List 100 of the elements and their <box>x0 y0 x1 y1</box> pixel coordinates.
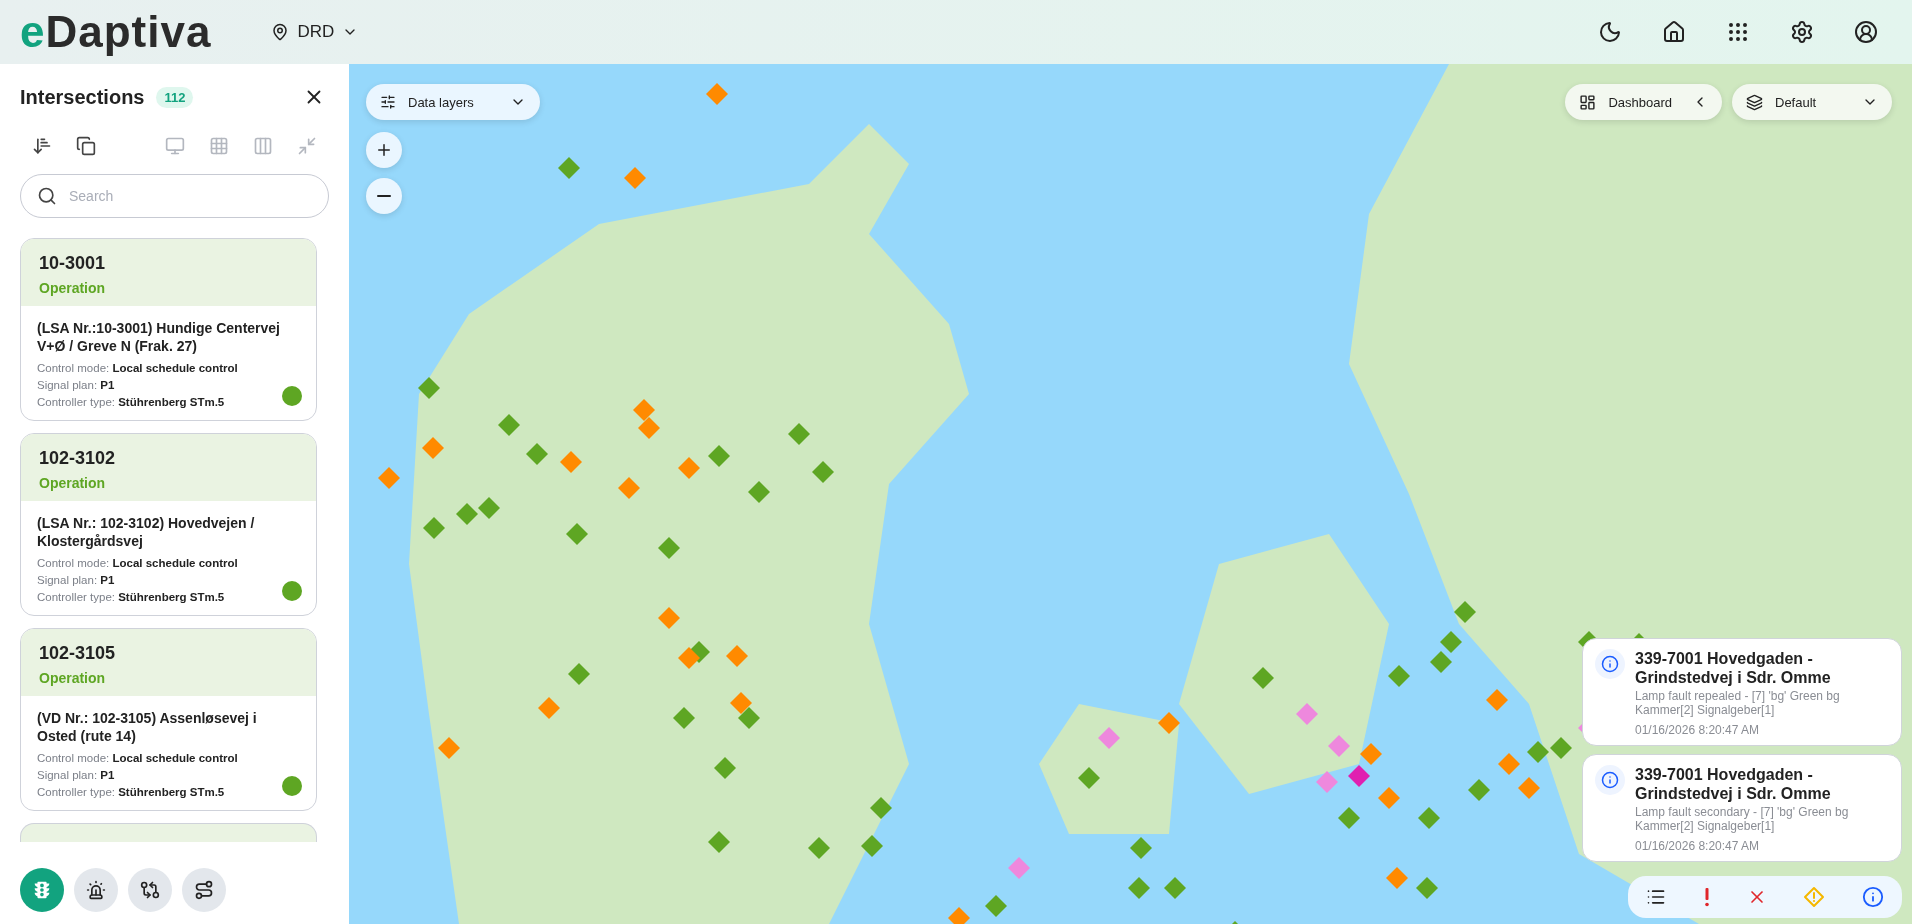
map-marker[interactable] <box>985 895 1007 917</box>
map-marker[interactable] <box>730 692 752 714</box>
map-marker[interactable] <box>1416 877 1438 899</box>
map-marker[interactable] <box>422 437 444 459</box>
map-marker[interactable] <box>870 797 892 819</box>
map-marker[interactable] <box>1440 631 1462 653</box>
map-marker[interactable] <box>678 457 700 479</box>
data-layers-button[interactable]: Data layers <box>366 84 540 120</box>
map-marker[interactable] <box>456 503 478 525</box>
map-marker[interactable] <box>1518 777 1540 799</box>
map-marker[interactable] <box>418 377 440 399</box>
map-marker[interactable] <box>738 707 760 729</box>
map-marker[interactable] <box>1164 877 1186 899</box>
notification-title: 339-7001 Hovedgaden - Grindstedvej i Sdr. Omme <box>1635 765 1832 804</box>
map-marker[interactable] <box>708 445 730 467</box>
map-marker[interactable] <box>1348 765 1370 787</box>
location-selector[interactable]: DRD <box>267 18 363 46</box>
info-line: Control mode: Local schedule control <box>37 362 239 374</box>
map-marker[interactable] <box>1130 837 1152 859</box>
map-marker[interactable] <box>1078 767 1100 789</box>
map-marker[interactable] <box>633 399 655 421</box>
map-marker[interactable] <box>1418 807 1440 829</box>
map-marker[interactable] <box>1378 787 1400 809</box>
intersection-card[interactable]: 102-3105 Operation (VD Nr.: 102-3105) Assenløsevej i Osted (rute 14) Control mode: Local schedule control Signal plan: P1 Controller type: Stührenberg STm.5 <box>20 628 317 811</box>
map-marker[interactable] <box>808 837 830 859</box>
map-marker[interactable] <box>706 83 728 105</box>
map-marker[interactable] <box>1430 651 1452 673</box>
intersection-name: (LSA Nr.: 102-3102) Hovedvejen / Klostergårdsvej <box>37 515 256 550</box>
map-marker[interactable] <box>558 157 580 179</box>
exclamation-icon <box>1702 887 1711 907</box>
map-marker[interactable] <box>748 481 770 503</box>
map-pin-icon <box>271 23 290 41</box>
map-marker[interactable] <box>618 477 640 499</box>
map-marker[interactable] <box>478 497 500 519</box>
intersection-card[interactable]: 102-3102 Operation (LSA Nr.: 102-3102) Hovedvejen / Klostergårdsvej Control mode: Local schedule control Signal plan: P1 Controller type: Stührenberg STm.5 <box>20 433 317 616</box>
map-marker[interactable] <box>673 707 695 729</box>
info-line: Signal plan: P1 <box>37 574 116 586</box>
zoom-in-button[interactable] <box>366 132 402 168</box>
map-marker[interactable] <box>1252 667 1274 689</box>
notification-time: 01/16/2026 8:20:47 AM <box>1635 723 1761 738</box>
dashboard-button[interactable]: Dashboard <box>1565 84 1722 120</box>
map-marker[interactable] <box>1498 753 1520 775</box>
map-marker[interactable] <box>1388 665 1410 687</box>
info-icon <box>1595 765 1625 796</box>
map-marker[interactable] <box>624 167 646 189</box>
map-marker[interactable] <box>1454 601 1476 623</box>
map-marker[interactable] <box>378 467 400 489</box>
map-marker[interactable] <box>788 423 810 445</box>
map-marker[interactable] <box>658 537 680 559</box>
map-marker[interactable] <box>726 645 748 667</box>
map-marker[interactable] <box>1338 807 1360 829</box>
status-label: Operation <box>39 670 107 686</box>
map-marker[interactable] <box>658 607 680 629</box>
route-tab[interactable] <box>182 868 226 912</box>
list-icon <box>1646 887 1667 907</box>
map-marker[interactable] <box>678 647 700 669</box>
map-marker[interactable] <box>498 414 520 436</box>
map-marker[interactable] <box>638 417 660 439</box>
map-marker[interactable] <box>1296 703 1318 725</box>
notification-title: 339-7001 Hovedgaden - Grindstedvej i Sdr. Omme <box>1635 649 1832 688</box>
map-marker[interactable] <box>714 757 736 779</box>
map-marker[interactable] <box>538 697 560 719</box>
siren-tab[interactable] <box>74 868 118 912</box>
map-marker[interactable] <box>1158 712 1180 734</box>
map-marker[interactable] <box>1550 737 1572 759</box>
map-marker[interactable] <box>1360 743 1382 765</box>
logo: eDaptiva <box>20 10 212 54</box>
map-marker[interactable] <box>1468 779 1490 801</box>
layer-select[interactable]: Default <box>1732 84 1892 120</box>
map-marker[interactable] <box>948 907 970 924</box>
map-marker[interactable] <box>526 443 548 465</box>
map-marker[interactable] <box>560 451 582 473</box>
moon-icon <box>1598 20 1622 44</box>
map-marker[interactable] <box>1098 727 1120 749</box>
compare-arrows-icon <box>140 880 160 900</box>
map-marker[interactable] <box>812 461 834 483</box>
map-marker[interactable] <box>1128 877 1150 899</box>
map-marker[interactable] <box>1527 741 1549 763</box>
notification-message: Lamp fault secondary - [7] 'bg' Green bg Kammer[2] Signalgeber[1] <box>1635 806 1850 834</box>
map-marker[interactable] <box>1316 771 1338 793</box>
info-line: Controller type: Stührenberg STm.5 <box>37 396 226 408</box>
status-label: Operation <box>39 280 107 296</box>
info-line: Signal plan: P1 <box>37 769 116 781</box>
traffic-light-tab[interactable] <box>20 868 64 912</box>
route-icon <box>194 880 214 900</box>
map-marker[interactable] <box>1008 857 1030 879</box>
map-marker[interactable] <box>423 517 445 539</box>
notification-message: Lamp fault repealed - [7] 'bg' Green bg Kammer[2] Signalgeber[1] <box>1635 690 1841 719</box>
collapse-icon <box>297 136 317 156</box>
map-marker[interactable] <box>566 523 588 545</box>
compare-arrows-tab[interactable] <box>128 868 172 912</box>
map-marker[interactable] <box>438 737 460 759</box>
map-marker[interactable] <box>708 831 730 853</box>
map-marker[interactable] <box>861 835 883 857</box>
map-marker[interactable] <box>1328 735 1350 757</box>
map-marker[interactable] <box>1486 689 1508 711</box>
map-marker[interactable] <box>1386 867 1408 889</box>
map-marker[interactable] <box>568 663 590 685</box>
intersection-card[interactable]: 10-3001 Operation (LSA Nr.:10-3001) Hundige Centervej V+Ø / Greve N (Frak. 27) Control mode: Local schedule control Signal plan: P1 Controller type: Stührenberg STm.5 <box>20 238 317 421</box>
zoom-out-button[interactable] <box>366 178 402 214</box>
